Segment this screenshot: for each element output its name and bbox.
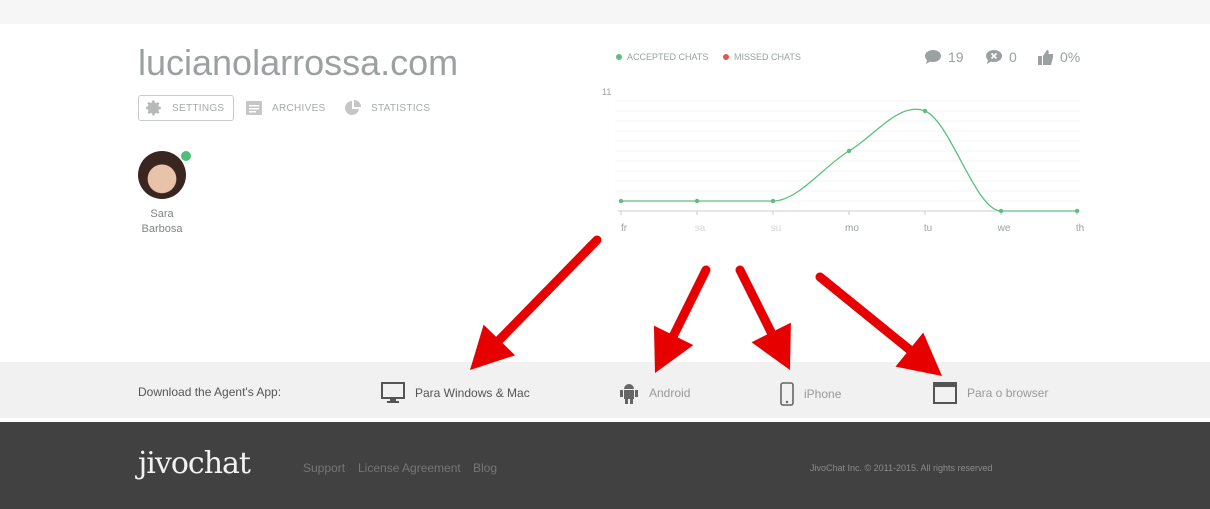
stat-chats-value: 19 [948, 49, 964, 65]
legend-missed-label: MISSED CHATS [734, 52, 801, 62]
missed-chat-icon [986, 50, 1002, 64]
app-browser-label: Para o browser [967, 386, 1049, 400]
data-point [922, 108, 928, 114]
data-point [1074, 208, 1080, 214]
app-windows-mac-label: Para Windows & Mac [415, 386, 530, 400]
settings-button[interactable]: SETTINGS [138, 95, 235, 121]
app-iphone-label: iPhone [804, 387, 842, 401]
legend-missed: MISSED CHATS [723, 52, 801, 62]
x-tick-label: th [1076, 223, 1084, 234]
app-iphone[interactable]: iPhone [780, 382, 841, 406]
app-android[interactable]: Android [619, 382, 690, 404]
red-arrow-shaft [669, 265, 711, 340]
stat-rating-value: 0% [1060, 49, 1081, 65]
gear-icon [146, 100, 161, 116]
stat-rating: 0% [1038, 49, 1080, 65]
stat-missed-value: 0 [1009, 49, 1017, 65]
app-android-label: Android [649, 386, 691, 400]
x-tick-label: fr [621, 223, 628, 234]
pie-chart-icon [345, 100, 361, 115]
archives-button[interactable]: ARCHIVES [245, 95, 326, 121]
statistics-button[interactable]: STATISTICS [344, 95, 430, 121]
app-browser[interactable]: Para o browser [933, 382, 1048, 404]
x-tick-label: su [771, 223, 782, 234]
y-tick-label: 11 [602, 87, 611, 97]
android-icon [620, 384, 638, 404]
legend-accepted: ACCEPTED CHATS [616, 52, 708, 62]
x-tick-label: mo [845, 223, 859, 234]
thumbs-up-icon [1038, 50, 1053, 65]
agent-avatar[interactable] [138, 151, 186, 199]
agent-name: Sara Barbosa [132, 207, 192, 237]
download-label: Download the Agent's App: [138, 385, 282, 399]
monitor-icon [381, 382, 405, 403]
agent-first-name: Sara [150, 208, 174, 220]
red-arrow-icon [653, 270, 706, 373]
archive-icon [246, 101, 262, 115]
site-title: lucianolarrossa.com [138, 42, 459, 83]
legend-accepted-label: ACCEPTED CHATS [627, 52, 709, 62]
footer-link-blog[interactable]: Blog [473, 461, 497, 475]
accepted-chats-chart: 11 fr sa su mo tu we th [602, 87, 1084, 234]
settings-label: SETTINGS [172, 102, 225, 114]
footer-link-license[interactable]: License Agreement [358, 461, 461, 475]
x-tick-label: sa [695, 223, 706, 234]
data-point [998, 208, 1004, 214]
x-tick-label: tu [924, 223, 932, 234]
red-arrow-shaft [815, 272, 914, 355]
data-point [770, 198, 776, 204]
accepted-series-line [620, 108, 1077, 212]
red-arrow-icon [740, 270, 791, 370]
red-arrow-icon [470, 240, 597, 370]
browser-window-icon [933, 382, 957, 404]
data-point [618, 198, 624, 204]
app-windows-mac[interactable]: Para Windows & Mac [381, 382, 530, 404]
stat-chats: 19 [924, 49, 964, 65]
online-status-dot [181, 151, 191, 161]
footer-link-support[interactable]: Support [303, 461, 345, 475]
agent-last-name: Barbosa [141, 223, 183, 235]
chat-bubble-icon [925, 50, 941, 64]
x-tick-label: we [997, 223, 1011, 234]
statistics-label: STATISTICS [371, 102, 431, 114]
smartphone-icon [780, 382, 794, 406]
copyright: JivoChat Inc. © 2011-2015. All rights re… [810, 463, 993, 473]
data-point [694, 198, 700, 204]
data-point [846, 148, 852, 154]
top-bar [0, 0, 1210, 24]
stat-missed: 0 [985, 49, 1017, 65]
red-arrow-shaft [735, 265, 776, 337]
jivochat-logo[interactable]: jivochat [138, 446, 251, 481]
red-arrow-shaft [494, 235, 602, 345]
archives-label: ARCHIVES [272, 102, 326, 114]
